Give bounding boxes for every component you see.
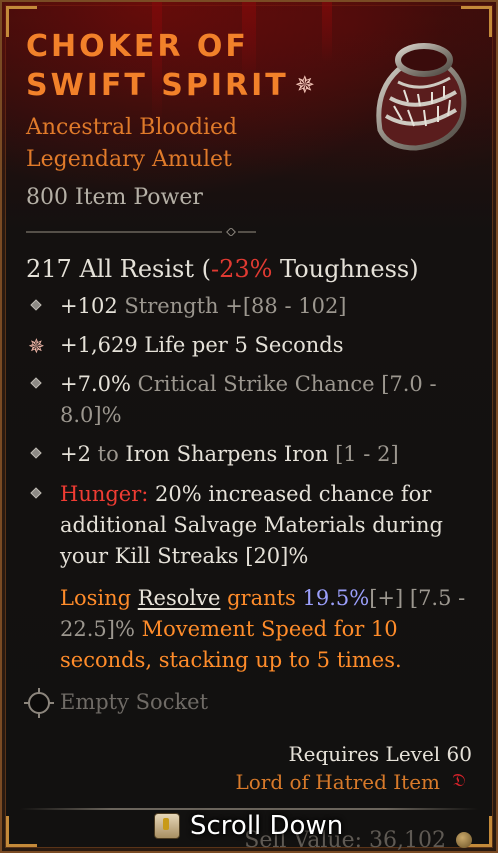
- hunger-label: Hunger:: [60, 482, 149, 506]
- toughness-label: Toughness): [272, 255, 419, 283]
- legendary-plus: [+]: [369, 586, 404, 610]
- gold-coin-icon: [456, 832, 472, 848]
- required-level: Requires Level 60: [288, 742, 472, 766]
- diamond-bullet-icon: [30, 487, 42, 499]
- legendary-power: Losing Resolve grants 19.5%[+] [7.5 - 22…: [60, 583, 470, 676]
- hunger-text: additional Salvage Materials during: [60, 513, 443, 537]
- life-star-icon: ✵: [28, 334, 45, 358]
- affix-stat: Strength: [117, 294, 226, 318]
- expansion-label: Lord of Hatred Item: [235, 770, 440, 794]
- legendary-text: Movement Speed for 10: [134, 617, 398, 641]
- legendary-text: seconds, stacking up to 5 times.: [60, 648, 402, 672]
- affix-range: [7.0 -: [381, 372, 437, 396]
- item-tooltip: CHOKER OF SWIFT SPIRIT ✵ Ancestral Bloodi…: [0, 0, 498, 853]
- affix-crit-chance: +7.0% Critical Strike Chance [7.0 - 8.0]…: [60, 369, 470, 431]
- affix-stat: Iron Sharpens Iron: [125, 442, 329, 466]
- toughness-value: -23%: [210, 255, 273, 283]
- legendary-text: grants: [220, 586, 303, 610]
- affix-skill-rank: +2 to Iron Sharpens Iron [1 - 2]: [60, 439, 470, 470]
- scroll-down-hint[interactable]: Scroll Down: [154, 808, 343, 844]
- key-icon: [154, 813, 180, 839]
- diamond-bullet-icon: [30, 377, 42, 389]
- affix-range: [1 - 2]: [328, 442, 399, 466]
- diamond-bullet-icon: [30, 447, 42, 459]
- affix-hunger: Hunger: 20% increased chance for additio…: [60, 479, 470, 572]
- socket-icon: [24, 688, 54, 718]
- affix-value: +7.0%: [60, 372, 131, 396]
- resolve-link[interactable]: Resolve: [138, 586, 221, 610]
- legendary-value: 19.5%: [302, 586, 370, 610]
- implicit-all-resist: 217 All Resist (-23% Toughness): [26, 253, 419, 285]
- diamond-bullet-icon: [30, 299, 42, 311]
- hunger-text: your Kill Streaks [20]%: [60, 544, 309, 568]
- expansion-icon: 𝔇: [452, 770, 466, 791]
- affix-life-regen: +1,629 Life per 5 Seconds: [60, 330, 470, 361]
- resist-value: 217 All Resist (: [26, 255, 211, 283]
- empty-socket-label: Empty Socket: [60, 690, 209, 714]
- legendary-text: Losing: [60, 586, 138, 610]
- affix-range: +[88 - 102]: [225, 294, 347, 318]
- item-power: 800 Item Power: [26, 185, 203, 210]
- affix-stat: Critical Strike Chance: [130, 372, 382, 396]
- affix-value: +2: [60, 442, 91, 466]
- hunger-text: 20% increased chance for: [148, 482, 432, 506]
- frame-corner: [6, 816, 37, 847]
- item-type: Ancestral Bloodied Legendary Amulet: [26, 112, 237, 176]
- affix-strength: +102 Strength +[88 - 102]: [60, 291, 470, 322]
- legendary-range: 22.5]%: [60, 617, 135, 641]
- affix-value: +1,629 Life per 5 Seconds: [60, 333, 344, 357]
- item-name: CHOKER OF SWIFT SPIRIT ✵: [26, 28, 356, 105]
- affix-range: 8.0]%: [60, 403, 122, 427]
- item-type-line: Ancestral Bloodied: [26, 115, 238, 140]
- sparkle-icon: ✵: [294, 71, 318, 99]
- scroll-down-label: Scroll Down: [190, 811, 344, 841]
- item-type-line: Legendary Amulet: [26, 147, 232, 172]
- legendary-range: [7.5 -: [403, 586, 466, 610]
- affix-value: +102: [60, 294, 118, 318]
- amulet-icon: [376, 43, 467, 151]
- affix-to: to: [90, 442, 126, 466]
- section-divider: [26, 228, 256, 236]
- item-name-text: CHOKER OF SWIFT SPIRIT: [26, 29, 289, 103]
